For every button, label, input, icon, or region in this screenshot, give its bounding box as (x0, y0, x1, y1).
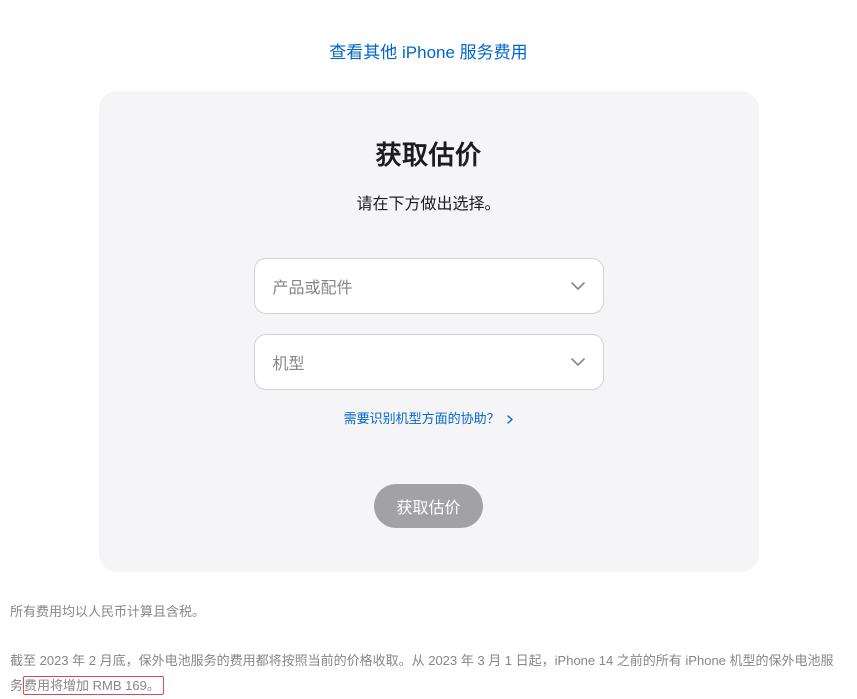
estimate-card: 获取估价 请在下方做出选择。 产品或配件 机型 需要识别机型方面的协助？ 获取估… (99, 91, 759, 572)
model-select-placeholder: 机型 (273, 350, 305, 374)
price-increase-highlight: 费用将增加 RMB 169。 (23, 676, 164, 695)
card-title: 获取估价 (139, 135, 719, 172)
chevron-down-icon (571, 358, 585, 366)
submit-wrap: 获取估价 (139, 484, 719, 528)
view-other-services-link[interactable]: 查看其他 iPhone 服务费用 (329, 43, 527, 62)
top-service-link-wrap: 查看其他 iPhone 服务费用 (0, 0, 857, 91)
footnote-2-part1: 截至 2023 年 2 月底，保外电池服务的费用都将按照当前的价格收取。从 20… (10, 653, 834, 668)
footnote-line-1: 所有费用均以人民币计算且含税。 (10, 600, 840, 625)
identify-model-help-link[interactable]: 需要识别机型方面的协助？ (344, 411, 514, 426)
card-subtitle: 请在下方做出选择。 (139, 190, 719, 214)
help-link-label: 需要识别机型方面的协助？ (344, 411, 500, 426)
chevron-down-icon (571, 282, 585, 290)
help-link-wrap: 需要识别机型方面的协助？ (139, 408, 719, 428)
model-select[interactable]: 机型 (254, 334, 604, 390)
product-select-placeholder: 产品或配件 (273, 274, 353, 298)
footnotes: 所有费用均以人民币计算且含税。 截至 2023 年 2 月底，保外电池服务的费用… (10, 600, 840, 699)
chevron-right-icon (507, 412, 513, 427)
footnote-2-part2: 务 (10, 678, 23, 693)
footnote-line-2: 截至 2023 年 2 月底，保外电池服务的费用都将按照当前的价格收取。从 20… (10, 653, 834, 695)
product-select[interactable]: 产品或配件 (254, 258, 604, 314)
get-estimate-button[interactable]: 获取估价 (374, 484, 482, 528)
model-select-wrap: 机型 (254, 334, 604, 390)
product-select-wrap: 产品或配件 (254, 258, 604, 314)
